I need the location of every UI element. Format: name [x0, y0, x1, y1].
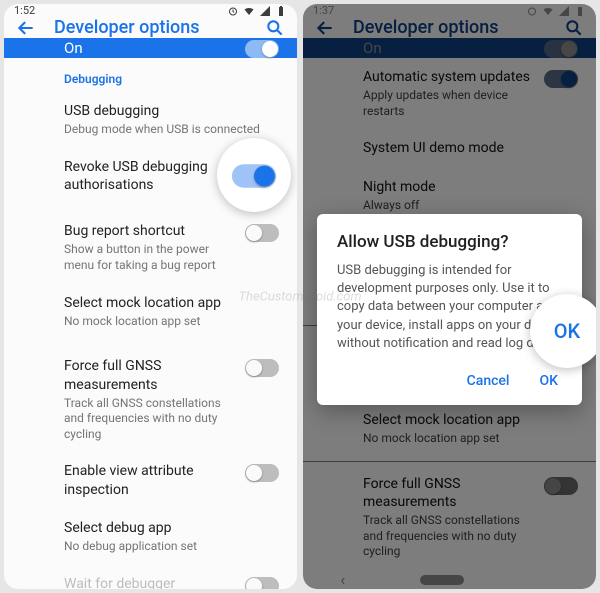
wifi-icon	[243, 5, 255, 17]
item-debug-app[interactable]: Select debug app No debug application se…	[4, 509, 297, 565]
section-header: Debugging	[4, 58, 297, 92]
item-gnss[interactable]: Force full GNSS measurements Track all G…	[4, 347, 297, 452]
switch[interactable]	[245, 464, 279, 482]
switch[interactable]	[245, 224, 279, 242]
back-icon[interactable]	[16, 18, 36, 38]
search-icon[interactable]	[265, 18, 285, 38]
item-title: Bug report shortcut	[64, 222, 237, 240]
item-wait-debugger: Wait for debugger Debugged application w…	[4, 565, 297, 589]
watermark: TheCustomDroid.com	[238, 289, 361, 304]
switch[interactable]	[245, 359, 279, 377]
highlight-ok-button: OK	[530, 294, 596, 368]
switch	[245, 577, 279, 589]
item-subtitle: No debug application set	[64, 539, 279, 555]
dialog-title: Allow USB debugging?	[337, 232, 562, 252]
item-title: Enable view attribute inspection	[64, 462, 237, 498]
item-subtitle: Track all GNSS constellations and freque…	[64, 396, 237, 443]
status-bar: 1:52	[4, 4, 297, 17]
highlight-usb-switch	[217, 138, 291, 212]
item-view-attribute[interactable]: Enable view attribute inspection	[4, 452, 297, 508]
signal-icon	[259, 5, 271, 17]
item-title: Wait for debugger	[64, 575, 237, 589]
status-icons	[227, 5, 287, 17]
master-toggle-row[interactable]: On	[4, 38, 297, 58]
alarm-icon	[227, 5, 239, 17]
app-bar: Developer options	[4, 17, 297, 38]
item-title: USB debugging	[64, 102, 279, 120]
item-title: Select debug app	[64, 519, 279, 537]
cancel-button[interactable]: Cancel	[463, 367, 514, 395]
page-title: Developer options	[54, 17, 247, 38]
item-subtitle: No mock location app set	[64, 314, 279, 330]
item-subtitle: Debug mode when USB is connected	[64, 122, 279, 138]
battery-icon	[275, 5, 287, 17]
clock: 1:52	[14, 4, 35, 17]
ok-button[interactable]: OK	[536, 367, 563, 395]
master-switch[interactable]	[245, 40, 279, 58]
item-subtitle: Show a button in the power menu for taki…	[64, 242, 237, 273]
on-label: On	[64, 39, 83, 57]
item-title: Force full GNSS measurements	[64, 357, 237, 393]
ok-label[interactable]: OK	[554, 319, 580, 343]
usb-debugging-switch[interactable]	[232, 164, 276, 187]
dialog-body: USB debugging is intended for developmen…	[337, 262, 562, 353]
item-bug-report-shortcut[interactable]: Bug report shortcut Show a button in the…	[4, 212, 297, 283]
